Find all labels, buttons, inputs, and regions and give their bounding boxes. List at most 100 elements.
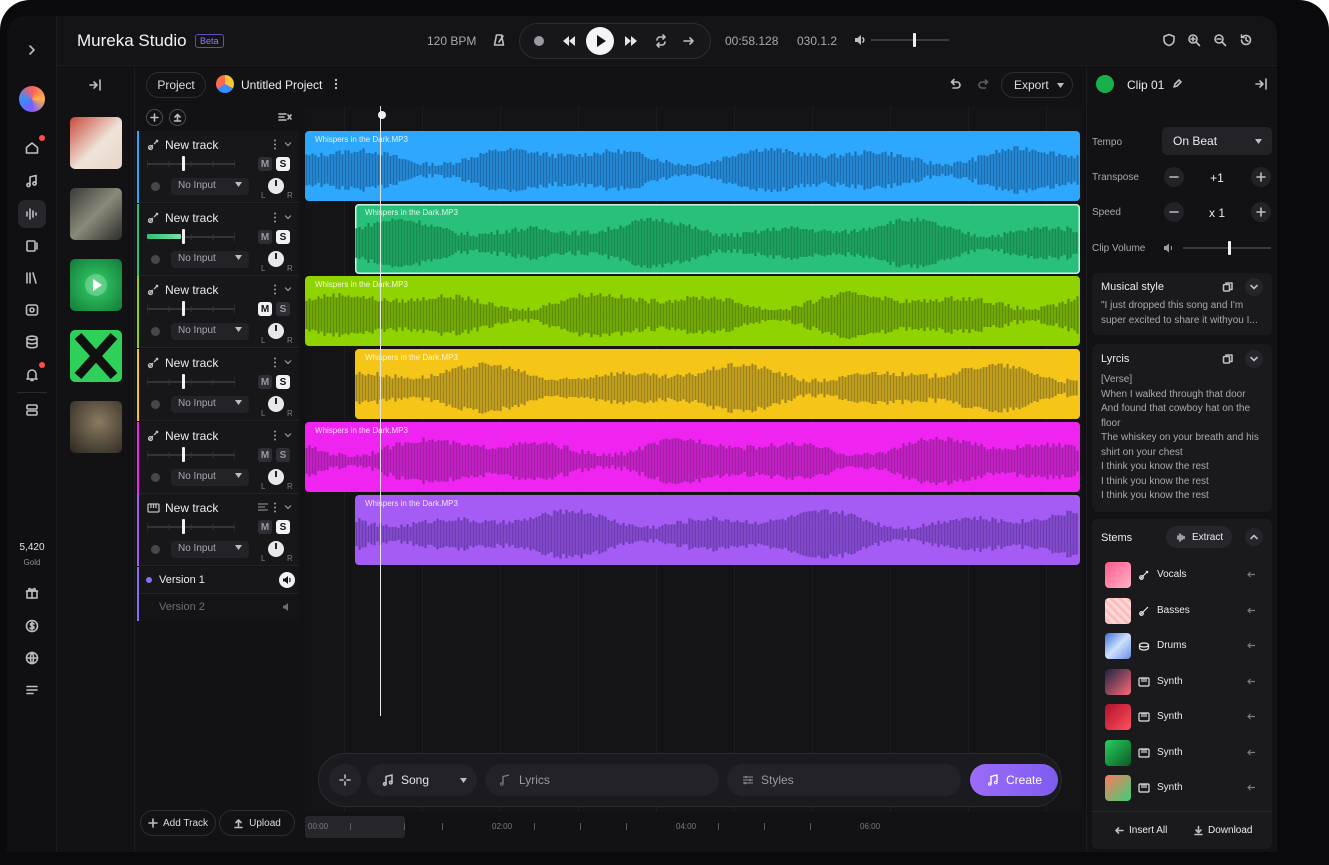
insert-all-button[interactable]: Insert All (1114, 825, 1167, 836)
record-arm-button[interactable] (151, 545, 160, 554)
input-select[interactable]: No Input (171, 469, 249, 486)
upload-icon[interactable] (169, 109, 186, 126)
song-select[interactable]: Song (367, 764, 477, 796)
menu-icon[interactable] (18, 676, 46, 704)
fast-forward-icon[interactable] (624, 35, 638, 47)
stem-item[interactable]: Drums (1101, 632, 1261, 660)
upload-button[interactable]: Upload (219, 810, 295, 836)
track-name[interactable]: New track (165, 356, 218, 370)
chevron-down-icon[interactable] (1245, 278, 1263, 296)
version-row[interactable]: Version 1 (137, 567, 299, 594)
solo-button[interactable]: S (276, 375, 290, 389)
record-arm-button[interactable] (151, 255, 160, 264)
pan-knob[interactable] (268, 469, 284, 485)
stem-item[interactable]: Synth (1101, 739, 1261, 767)
sample-thumbnail[interactable] (70, 401, 122, 453)
audio-clip[interactable]: Whispers in the Dark.MP3 (355, 495, 1080, 565)
track-name[interactable]: New track (165, 283, 218, 297)
record-arm-button[interactable] (151, 182, 160, 191)
sample-thumbnail[interactable] (70, 330, 122, 382)
solo-button[interactable]: S (276, 230, 290, 244)
expand-icon[interactable] (18, 36, 46, 64)
track-name[interactable]: New track (165, 211, 218, 225)
redo-icon[interactable] (977, 77, 991, 91)
create-button[interactable]: Create (970, 764, 1058, 796)
add-track-button[interactable]: Add Track (140, 810, 216, 836)
stem-item[interactable]: Synth (1101, 668, 1261, 696)
gift-icon[interactable] (18, 579, 46, 607)
chevron-down-icon[interactable] (1245, 350, 1263, 368)
record-arm-button[interactable] (151, 400, 160, 409)
pan-knob[interactable] (268, 251, 284, 267)
mute-button[interactable]: M (258, 157, 272, 171)
sample-thumbnail[interactable] (70, 188, 122, 240)
input-select[interactable]: No Input (171, 541, 249, 558)
arrange-view[interactable]: Whispers in the Dark.MP3 Whispers in the … (305, 106, 1082, 812)
volume-fader-handle[interactable] (182, 374, 185, 389)
transpose-minus-button[interactable] (1164, 167, 1184, 187)
playhead[interactable] (380, 106, 381, 716)
chevron-down-icon[interactable] (284, 286, 292, 292)
stem-item[interactable]: Basses (1101, 597, 1261, 625)
audio-clip[interactable]: Whispers in the Dark.MP3 (305, 422, 1080, 492)
playhead-handle[interactable] (378, 111, 386, 119)
globe-icon[interactable] (18, 644, 46, 672)
copy-icon[interactable] (1222, 281, 1234, 293)
insert-stem-icon[interactable] (1246, 676, 1257, 687)
chevron-down-icon[interactable] (284, 214, 292, 220)
cover-icon[interactable] (18, 296, 46, 324)
master-volume-handle[interactable] (912, 33, 916, 47)
stem-item[interactable]: Vocals (1101, 561, 1261, 589)
database-icon[interactable] (18, 328, 46, 356)
insert-stem-icon[interactable] (1246, 747, 1257, 758)
studio-icon[interactable] (18, 200, 46, 228)
history-icon[interactable] (1239, 33, 1253, 47)
insert-stem-icon[interactable] (1246, 782, 1257, 793)
magic-icon[interactable] (329, 764, 361, 796)
project-name[interactable]: Untitled Project (241, 78, 322, 92)
speed-plus-button[interactable] (1251, 202, 1271, 222)
mute-button[interactable]: M (258, 448, 272, 462)
track-name[interactable]: New track (165, 429, 218, 443)
input-select[interactable]: No Input (171, 396, 249, 413)
audio-clip[interactable]: Whispers in the Dark.MP3 (355, 349, 1080, 419)
input-select[interactable]: No Input (171, 323, 249, 340)
insert-stem-icon[interactable] (1246, 640, 1257, 651)
music-icon[interactable] (18, 167, 46, 195)
styles-input[interactable]: Styles (727, 764, 961, 796)
input-select[interactable]: No Input (171, 178, 249, 195)
close-panel-icon[interactable] (1254, 77, 1268, 91)
more-icon[interactable] (273, 212, 277, 223)
follow-icon[interactable] (682, 34, 696, 48)
more-icon[interactable] (273, 139, 277, 150)
clear-tracks-icon[interactable] (278, 111, 292, 123)
lyrics-icon[interactable] (18, 232, 46, 260)
audio-clip[interactable]: Whispers in the Dark.MP3 (305, 131, 1080, 201)
chevron-down-icon[interactable] (284, 504, 292, 510)
insert-stem-icon[interactable] (1246, 605, 1257, 616)
track-header[interactable]: New track M S No Input L R (137, 349, 299, 421)
storage-icon[interactable] (18, 396, 46, 424)
track-header[interactable]: New track M S No Input L R (137, 131, 299, 203)
more-icon[interactable] (273, 430, 277, 441)
volume-fader-handle[interactable] (182, 447, 185, 462)
mute-button[interactable]: M (258, 230, 272, 244)
clip-title[interactable]: Clip 01 (1127, 78, 1164, 92)
chevron-up-icon[interactable] (1245, 528, 1263, 546)
lyrics-list-icon[interactable] (258, 503, 268, 511)
insert-stem-icon[interactable] (1246, 569, 1257, 580)
master-volume-slider[interactable] (871, 39, 949, 41)
extract-button[interactable]: Extract (1166, 526, 1232, 548)
version-row[interactable]: Version 2 (137, 594, 299, 621)
sample-thumbnail[interactable] (70, 117, 122, 169)
stem-item[interactable]: Synth (1101, 703, 1261, 731)
add-track-icon[interactable] (146, 109, 163, 126)
volume-fader-handle[interactable] (182, 156, 185, 171)
clip-color-swatch[interactable] (1096, 75, 1114, 93)
track-header[interactable]: New track M S No Input L R (137, 204, 299, 276)
insert-stem-icon[interactable] (1246, 711, 1257, 722)
collapse-panel-icon[interactable] (88, 78, 102, 92)
mute-button[interactable]: M (258, 375, 272, 389)
more-icon[interactable] (273, 284, 277, 295)
clip-volume-handle[interactable] (1227, 241, 1231, 255)
